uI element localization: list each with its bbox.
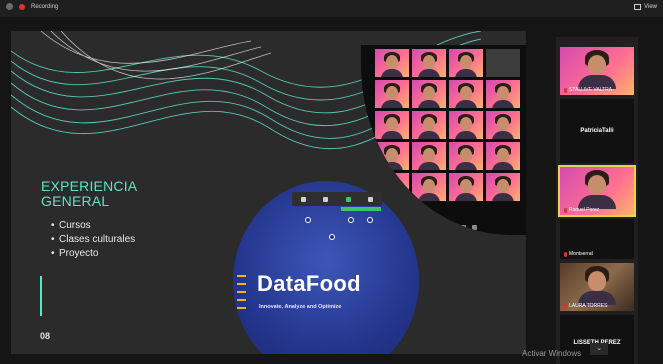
- participant-name: LAURA TORRES: [564, 303, 607, 309]
- record-icon: [19, 3, 25, 10]
- chat-icon[interactable]: [368, 196, 374, 202]
- share-icon[interactable]: [461, 225, 466, 230]
- window-titlebar: Recording View: [0, 0, 663, 17]
- participant-tile[interactable]: PatriciaTalli: [560, 99, 634, 163]
- gallery-grid: [375, 49, 520, 201]
- gallery-tile[interactable]: [449, 49, 483, 77]
- participant-video[interactable]: LAURA TORRES: [560, 263, 634, 311]
- participant-name: STALLIVE VALTRA: [564, 87, 612, 93]
- gallery-tile[interactable]: [486, 111, 520, 139]
- gallery-tile[interactable]: [449, 80, 483, 108]
- more-icon[interactable]: [472, 225, 477, 230]
- slide-page-number: 08: [40, 331, 51, 341]
- circuit-node: [305, 217, 311, 223]
- shared-slide: EXPERIENCIA GENERAL Cursos Clases cultur…: [11, 31, 526, 354]
- chevron-down-icon[interactable]: ⌄: [590, 343, 608, 355]
- muted-mic-icon: [564, 251, 567, 257]
- participant-name: PatriciaTalli: [580, 128, 614, 134]
- gallery-tile[interactable]: [486, 80, 520, 108]
- participant-name: Montserrat: [564, 251, 593, 257]
- participant-name: Raquel Perez: [564, 207, 599, 213]
- bullet-item: Cursos: [51, 219, 135, 233]
- shield-icon[interactable]: [6, 3, 13, 10]
- gallery-tile[interactable]: [375, 80, 409, 108]
- bullet-item: Clases culturales: [51, 233, 135, 247]
- share-screen-icon[interactable]: [345, 196, 351, 202]
- circuit-node: [367, 217, 373, 223]
- activate-windows-watermark: Activar Windows: [522, 349, 582, 358]
- camera-icon[interactable]: [450, 225, 455, 230]
- gallery-tile[interactable]: [486, 49, 520, 77]
- muted-mic-icon: [564, 303, 567, 309]
- accent-line: [40, 276, 42, 316]
- mic-icon[interactable]: [439, 225, 444, 230]
- gallery-tile[interactable]: [412, 142, 446, 170]
- gallery-tile[interactable]: [375, 111, 409, 139]
- gallery-tile[interactable]: [412, 49, 446, 77]
- participant-video[interactable]: STALLIVE VALTRA: [560, 47, 634, 95]
- gallery-tile[interactable]: [412, 111, 446, 139]
- camera-icon[interactable]: [323, 196, 329, 202]
- gallery-tile[interactable]: [449, 173, 483, 201]
- grid-view-icon: [634, 4, 642, 10]
- datafood-logo-text: DataFood: [257, 271, 361, 296]
- gallery-tile[interactable]: [375, 142, 409, 170]
- gallery-tile[interactable]: [486, 173, 520, 201]
- slide-title: EXPERIENCIA GENERAL: [41, 178, 137, 209]
- gallery-controls: [439, 225, 477, 230]
- circuit-node: [348, 217, 354, 223]
- view-label: View: [644, 4, 657, 10]
- titlebar-left: Recording: [6, 3, 58, 10]
- gallery-tile[interactable]: [449, 142, 483, 170]
- gallery-tile[interactable]: [449, 111, 483, 139]
- gallery-tile[interactable]: [412, 173, 446, 201]
- sharing-indicator: [341, 207, 381, 211]
- gallery-tile[interactable]: [412, 80, 446, 108]
- view-button[interactable]: View: [634, 4, 657, 10]
- muted-mic-icon: [564, 87, 567, 93]
- gallery-tile[interactable]: [486, 142, 520, 170]
- mic-icon[interactable]: [300, 196, 306, 202]
- gallery-tile[interactable]: [375, 49, 409, 77]
- side-ticks-decoration: [237, 275, 246, 315]
- meeting-stage: EXPERIENCIA GENERAL Cursos Clases cultur…: [0, 17, 663, 364]
- datafood-tagline: Innovate, Analyze and Optimize: [259, 304, 342, 310]
- recording-label: Recording: [31, 3, 59, 10]
- slide-bullets: Cursos Clases culturales Proyecto: [51, 219, 135, 261]
- participant-video-active-speaker[interactable]: Raquel Perez: [558, 165, 636, 217]
- participant-tile[interactable]: Montserrat: [560, 219, 634, 259]
- bullet-item: Proyecto: [51, 247, 135, 261]
- participant-panel: STALLIVE VALTRA PatriciaTalli Raquel Per…: [556, 37, 638, 364]
- circuit-node: [329, 234, 335, 240]
- zoom-toolbar: [292, 192, 382, 206]
- muted-mic-icon: [564, 207, 567, 213]
